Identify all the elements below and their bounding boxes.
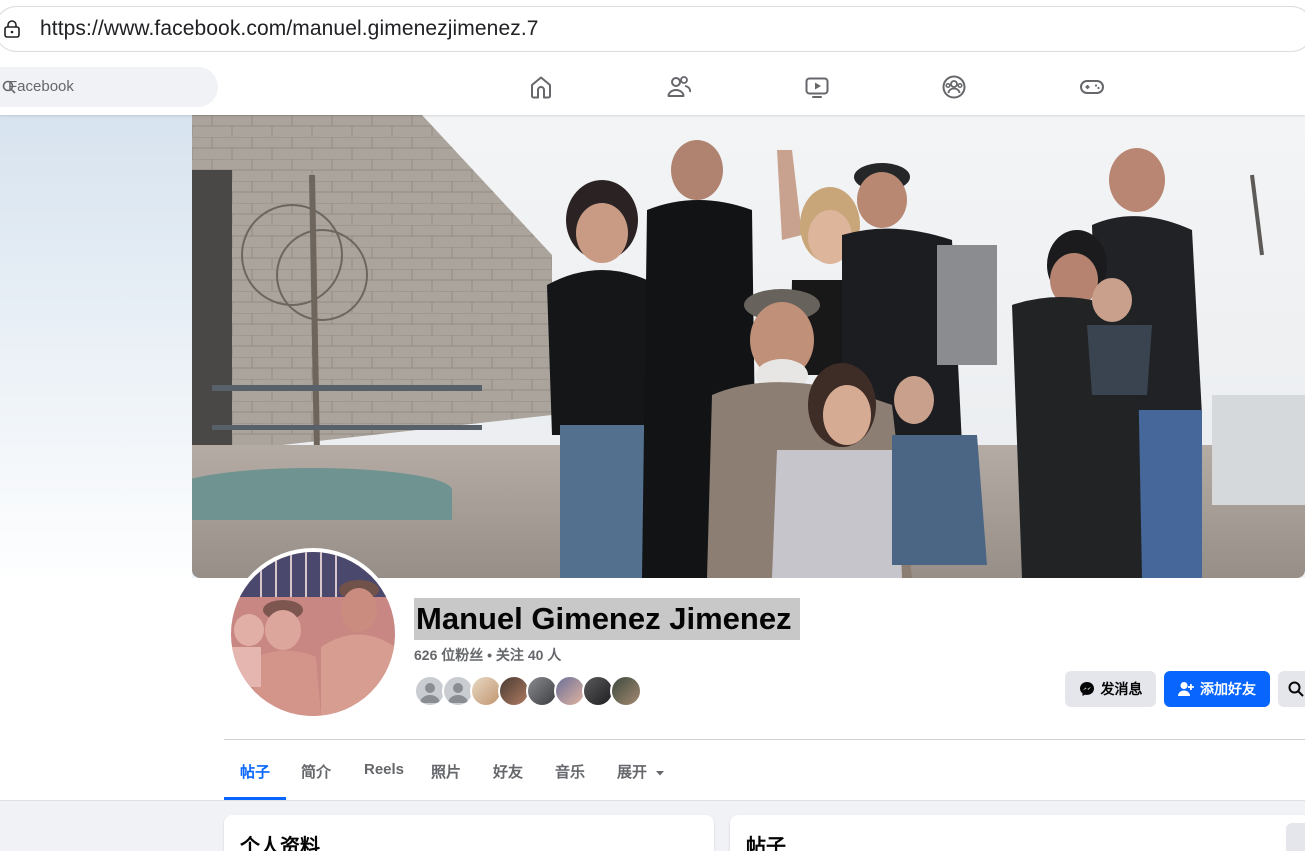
video-icon[interactable] <box>804 74 830 100</box>
add-friend-button-label: 添加好友 <box>1200 681 1256 697</box>
tab-music[interactable]: 音乐 <box>555 761 585 782</box>
posts-card: 帖子 <box>730 815 1305 851</box>
profile-photo-image <box>231 552 395 716</box>
add-friend-icon <box>1178 682 1194 696</box>
friends-icon[interactable] <box>666 74 692 100</box>
tab-friends[interactable]: 好友 <box>493 761 523 782</box>
profile-name-highlight: Manuel Gimenez Jimenez <box>414 598 800 640</box>
page-white-area <box>0 578 192 801</box>
cover-photo-image <box>192 115 1305 578</box>
message-button[interactable]: 发消息 <box>1065 671 1156 707</box>
follower-stats[interactable]: 626 位粉丝 • 关注 40 人 <box>414 645 561 665</box>
tab-more[interactable]: 展开 <box>617 761 665 782</box>
browser-address-bar: https://www.facebook.com/manuel.gimenezj… <box>0 0 1305 58</box>
add-friend-button[interactable]: 添加好友 <box>1164 671 1270 707</box>
home-icon[interactable] <box>528 74 554 100</box>
search-box[interactable]: Facebook <box>0 67 218 107</box>
message-button-label: 发消息 <box>1100 681 1143 697</box>
tab-reels[interactable]: Reels <box>364 761 404 778</box>
cover-photo[interactable] <box>192 115 1305 578</box>
intro-card: 个人资料 <box>224 815 714 851</box>
tab-about[interactable]: 简介 <box>301 761 331 782</box>
mutual-friends-avatars <box>414 675 654 707</box>
intro-card-title: 个人资料 <box>240 836 320 851</box>
lock-icon <box>4 20 20 38</box>
search-input[interactable]: Facebook <box>8 78 74 95</box>
header-bottom-border <box>0 800 1305 801</box>
posts-card-title: 帖子 <box>746 836 786 851</box>
search-icon <box>1288 681 1304 697</box>
messenger-icon <box>1079 682 1094 696</box>
url-text[interactable]: https://www.facebook.com/manuel.gimenezj… <box>40 17 539 41</box>
gaming-icon[interactable] <box>1079 74 1105 100</box>
profile-divider <box>224 739 1305 740</box>
tab-posts[interactable]: 帖子 <box>240 761 270 782</box>
filters-button[interactable] <box>1286 823 1305 851</box>
search-profile-button[interactable] <box>1278 671 1305 707</box>
facebook-top-nav: Facebook <box>0 58 1305 115</box>
groups-icon[interactable] <box>941 74 967 100</box>
friend-avatar[interactable] <box>610 675 642 707</box>
profile-name: Manuel Gimenez Jimenez <box>416 601 792 636</box>
tab-photos[interactable]: 照片 <box>431 761 461 782</box>
profile-avatar[interactable] <box>227 548 399 720</box>
tab-more-label: 展开 <box>617 764 648 781</box>
chevron-down-icon <box>656 771 665 776</box>
